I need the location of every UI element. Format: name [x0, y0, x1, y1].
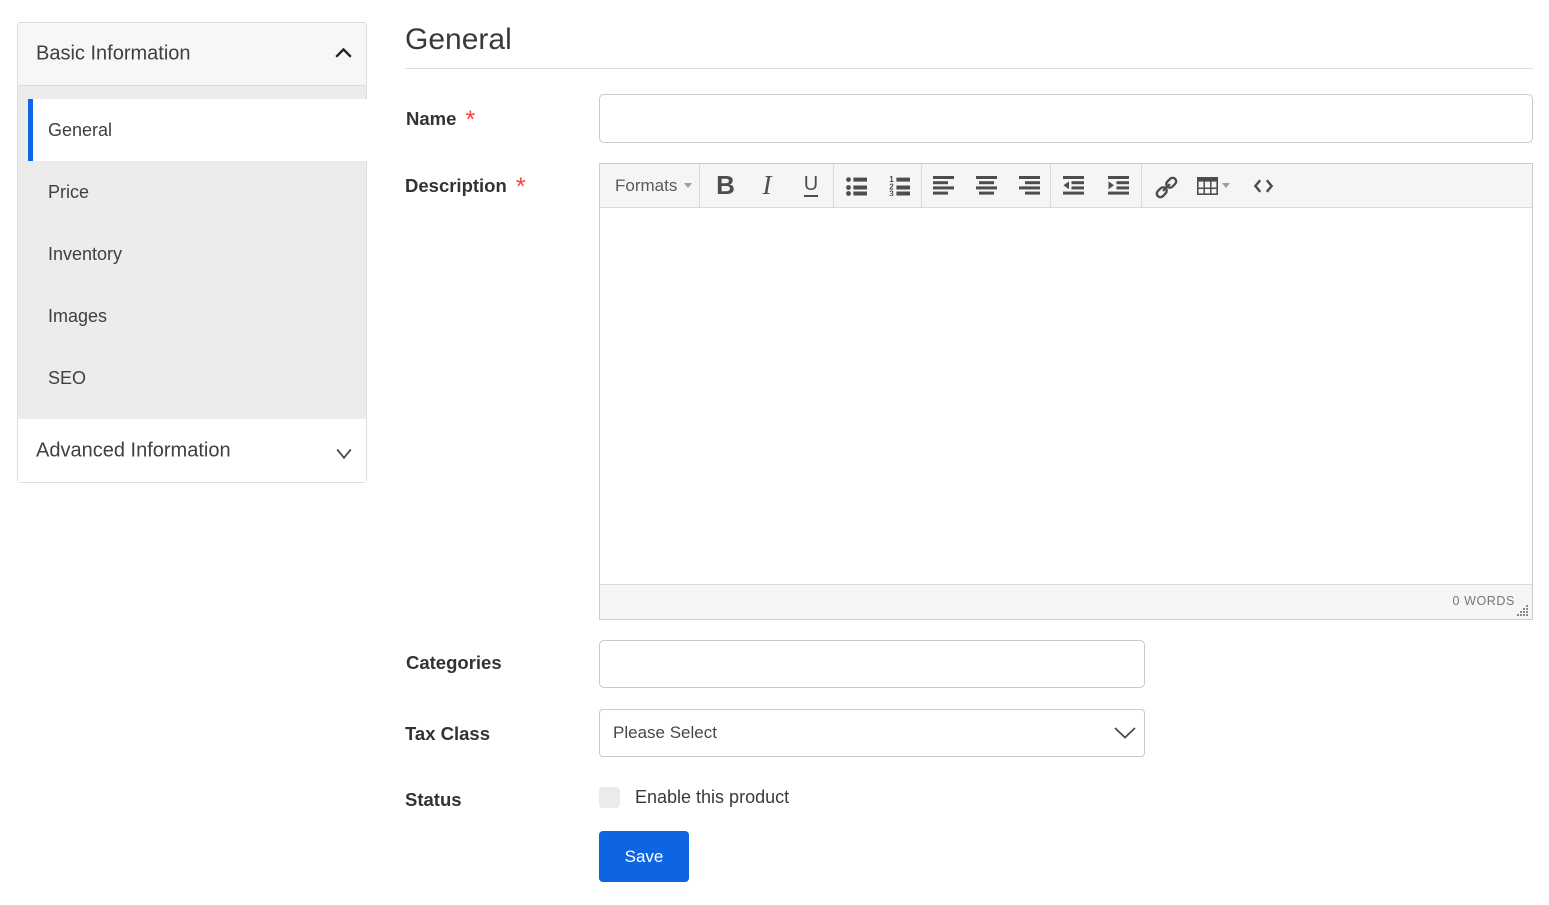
svg-text:3: 3 — [889, 189, 894, 196]
